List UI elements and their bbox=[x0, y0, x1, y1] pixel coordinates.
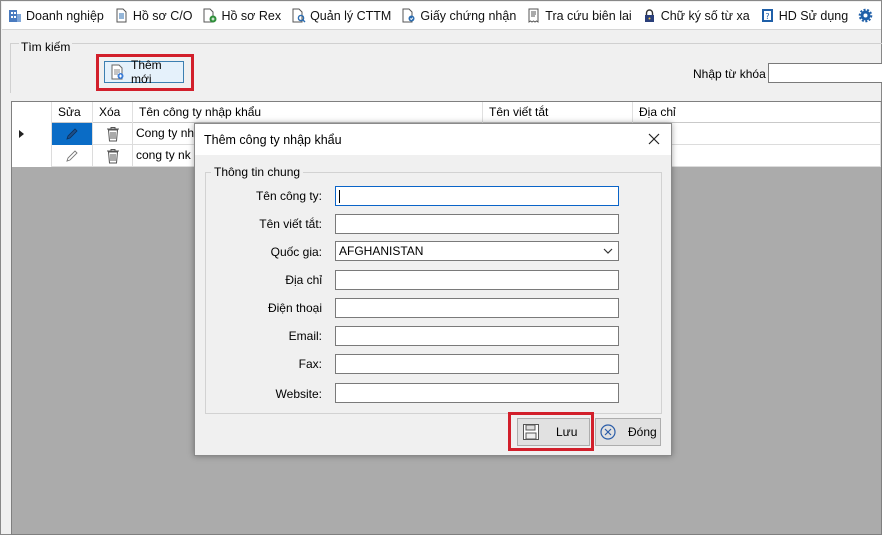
close-button[interactable]: Đóng bbox=[595, 418, 661, 446]
chevron-down-icon bbox=[603, 248, 613, 254]
phone-label: Điện thoại bbox=[267, 301, 322, 315]
trash-icon bbox=[106, 127, 119, 142]
country-label: Quốc gia: bbox=[270, 245, 322, 259]
column-header-address[interactable]: Địa chỉ bbox=[633, 102, 881, 123]
trash-icon bbox=[106, 149, 119, 164]
column-header-delete[interactable]: Xóa bbox=[93, 102, 133, 123]
fax-input[interactable] bbox=[335, 354, 619, 374]
help-book-icon: ? bbox=[760, 8, 775, 23]
building-icon bbox=[7, 8, 22, 23]
short-name-input[interactable] bbox=[335, 214, 619, 234]
country-value: AFGHANISTAN bbox=[339, 244, 424, 258]
document-add-icon bbox=[202, 8, 217, 23]
fax-label: Fax: bbox=[298, 357, 322, 371]
email-label: Email: bbox=[288, 329, 322, 343]
search-group-title: Tìm kiếm bbox=[19, 40, 73, 54]
menu-label: Hồ sơ Rex bbox=[221, 8, 282, 23]
address-label: Địa chỉ bbox=[285, 273, 322, 287]
menu-label: Giấy chứng nhận bbox=[420, 8, 517, 23]
menu-bar: Doanh nghiệp Hồ sơ C/O Hồ sơ Rex Quản lý… bbox=[2, 2, 881, 30]
text-caret bbox=[339, 190, 340, 203]
email-input[interactable] bbox=[335, 326, 619, 346]
company-name-input[interactable] bbox=[335, 186, 619, 206]
column-header-name[interactable]: Tên công ty nhập khẩu bbox=[133, 102, 483, 123]
grid-header: Sửa Xóa Tên công ty nhập khẩu Tên viết t… bbox=[12, 102, 881, 123]
company-name-label: Tên công ty: bbox=[255, 189, 322, 203]
general-info-group bbox=[205, 172, 662, 414]
address-input[interactable] bbox=[335, 270, 619, 290]
menu-label: Hồ sơ C/O bbox=[132, 8, 193, 23]
menu-label: Doanh nghiệp bbox=[26, 8, 104, 23]
document-search-icon bbox=[291, 8, 306, 23]
add-importer-dialog: Thêm công ty nhập khẩu Thông tin chung T… bbox=[194, 123, 672, 456]
pencil-icon bbox=[66, 150, 78, 162]
keyword-label: Nhập từ khóa bbox=[693, 67, 766, 81]
document-icon bbox=[114, 8, 129, 23]
pencil-icon bbox=[66, 128, 78, 140]
menu-item-hd-su-dung[interactable]: ? HD Sử dụng bbox=[755, 2, 854, 29]
edit-cell[interactable] bbox=[52, 145, 93, 167]
menu-item-settings[interactable] bbox=[853, 2, 881, 29]
app-window: Doanh nghiệp Hồ sơ C/O Hồ sơ Rex Quản lý… bbox=[0, 0, 882, 535]
menu-item-tra-cuu-bien-lai[interactable]: Tra cứu biên lai bbox=[521, 2, 636, 29]
menu-label: Quản lý CTTM bbox=[310, 8, 392, 23]
short-name-label: Tên viết tắt: bbox=[259, 217, 322, 231]
website-input[interactable] bbox=[335, 383, 619, 403]
column-header-edit[interactable]: Sửa bbox=[52, 102, 93, 123]
dialog-title: Thêm công ty nhập khẩu bbox=[204, 133, 342, 147]
close-circle-icon bbox=[600, 424, 616, 440]
lock-icon bbox=[642, 8, 657, 23]
general-info-title: Thông tin chung bbox=[211, 165, 304, 179]
menu-item-quan-ly-cttm[interactable]: Quản lý CTTM bbox=[286, 2, 396, 29]
menu-label: Chữ ký số từ xa bbox=[660, 8, 750, 23]
menu-item-ho-so-rex[interactable]: Hồ sơ Rex bbox=[197, 2, 286, 29]
certificate-icon bbox=[401, 8, 416, 23]
delete-cell[interactable] bbox=[93, 145, 133, 167]
row-header-column bbox=[12, 102, 52, 123]
keyword-input[interactable] bbox=[768, 63, 882, 83]
highlight-box-add bbox=[96, 54, 194, 91]
menu-item-chu-ky-so[interactable]: Chữ ký số từ xa bbox=[637, 2, 755, 29]
svg-text:?: ? bbox=[765, 12, 769, 21]
menu-label: Tra cứu biên lai bbox=[545, 8, 632, 23]
receipt-icon bbox=[526, 8, 541, 23]
gear-icon bbox=[858, 8, 873, 23]
website-label: Website: bbox=[275, 387, 322, 401]
country-select[interactable]: AFGHANISTAN bbox=[335, 241, 619, 261]
menu-item-giay-chung-nhan[interactable]: Giấy chứng nhận bbox=[396, 2, 521, 29]
dialog-titlebar: Thêm công ty nhập khẩu bbox=[195, 124, 671, 155]
close-label: Đóng bbox=[628, 425, 657, 439]
menu-label: HD Sử dụng bbox=[778, 8, 849, 23]
edit-cell[interactable] bbox=[52, 123, 93, 145]
column-header-short-name[interactable]: Tên viết tắt bbox=[483, 102, 633, 123]
phone-input[interactable] bbox=[335, 298, 619, 318]
menu-item-ho-so-co[interactable]: Hồ sơ C/O bbox=[109, 2, 198, 29]
row-selector[interactable] bbox=[12, 123, 52, 145]
highlight-box-save bbox=[508, 412, 594, 451]
row-selector[interactable] bbox=[12, 145, 52, 167]
menu-item-doanh-nghiep[interactable]: Doanh nghiệp bbox=[2, 2, 109, 29]
delete-cell[interactable] bbox=[93, 123, 133, 145]
close-icon[interactable] bbox=[645, 130, 663, 148]
current-row-icon bbox=[19, 130, 24, 138]
